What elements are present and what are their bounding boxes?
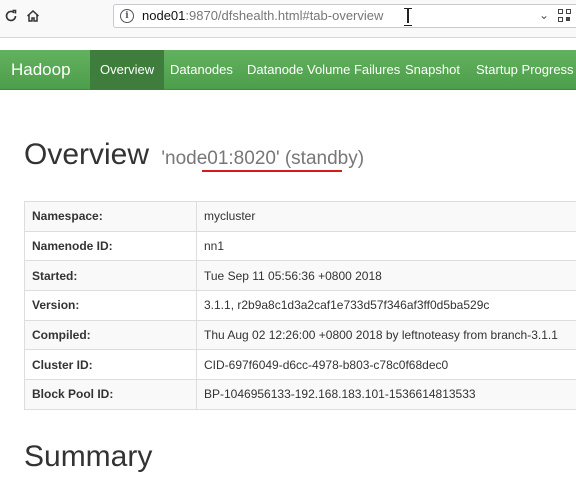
navbar: Hadoop Overview Datanodes Datanode Volum… (0, 50, 576, 90)
row-value: mycluster (196, 201, 576, 232)
row-value: 3.1.1, r2b9a8c1d3a2caf1e733d57f346af3ff0… (196, 290, 576, 321)
nav-tab-datanode-volume-failures[interactable]: Datanode Volume Failures (237, 50, 410, 90)
row-value: CID-697f6049-d6cc-4978-b803-c78c0f68dec0 (196, 349, 576, 381)
row-value: nn1 (196, 230, 576, 262)
info-icon[interactable]: i (120, 9, 134, 23)
row-key: Namespace: (24, 201, 197, 232)
home-icon[interactable] (22, 5, 44, 27)
table-row: Block Pool ID: BP-1046956133-192.168.183… (24, 379, 576, 410)
row-key: Version: (24, 290, 197, 321)
nav-tab-overview[interactable]: Overview (90, 50, 165, 90)
browser-toolbar: i node01:9870/dfshealth.html#tab-overvie… (0, 0, 576, 38)
red-annotation-underline (202, 170, 342, 172)
row-value: Thu Aug 02 12:26:00 +0800 2018 by leftno… (196, 319, 576, 351)
address-bar[interactable]: i node01:9870/dfshealth.html#tab-overvie… (113, 4, 576, 28)
row-key: Started: (24, 260, 197, 292)
qr-code-icon[interactable] (558, 9, 572, 23)
nav-tab-datanodes[interactable]: Datanodes (160, 50, 243, 90)
page-subtitle: 'node01:8020' (standby) (161, 148, 365, 169)
table-row: Compiled: Thu Aug 02 12:26:00 +0800 2018… (24, 319, 576, 351)
overview-table: Namespace: mycluster Namenode ID: nn1 St… (24, 201, 576, 410)
page-title-text: Overview (24, 138, 150, 171)
row-value: BP-1046956133-192.168.183.101-1536614813… (196, 379, 576, 410)
row-key: Cluster ID: (24, 349, 197, 381)
brand-logo[interactable]: Hadoop (11, 50, 71, 90)
summary-heading: Summary (24, 440, 153, 473)
row-key: Namenode ID: (24, 230, 197, 262)
table-row: Cluster ID: CID-697f6049-d6cc-4978-b803-… (24, 349, 576, 381)
url-text[interactable]: node01:9870/dfshealth.html#tab-overview (142, 8, 383, 23)
row-value: Tue Sep 11 05:56:36 +0800 2018 (196, 260, 576, 292)
table-row: Version: 3.1.1, r2b9a8c1d3a2caf1e733d57f… (24, 290, 576, 321)
table-row: Namenode ID: nn1 (24, 230, 576, 262)
row-key: Compiled: (24, 319, 197, 351)
row-key: Block Pool ID: (24, 379, 197, 410)
table-row: Started: Tue Sep 11 05:56:36 +0800 2018 (24, 260, 576, 292)
table-row: Namespace: mycluster (24, 201, 576, 232)
page-title: Overview 'node01:8020' (standby) (24, 138, 364, 172)
reload-icon[interactable] (0, 5, 22, 27)
dropdown-icon[interactable]: ⌄ (537, 8, 551, 24)
nav-tab-startup-progress[interactable]: Startup Progress (466, 50, 576, 90)
nav-tab-snapshot[interactable]: Snapshot (395, 50, 470, 90)
text-cursor-icon (404, 7, 412, 26)
